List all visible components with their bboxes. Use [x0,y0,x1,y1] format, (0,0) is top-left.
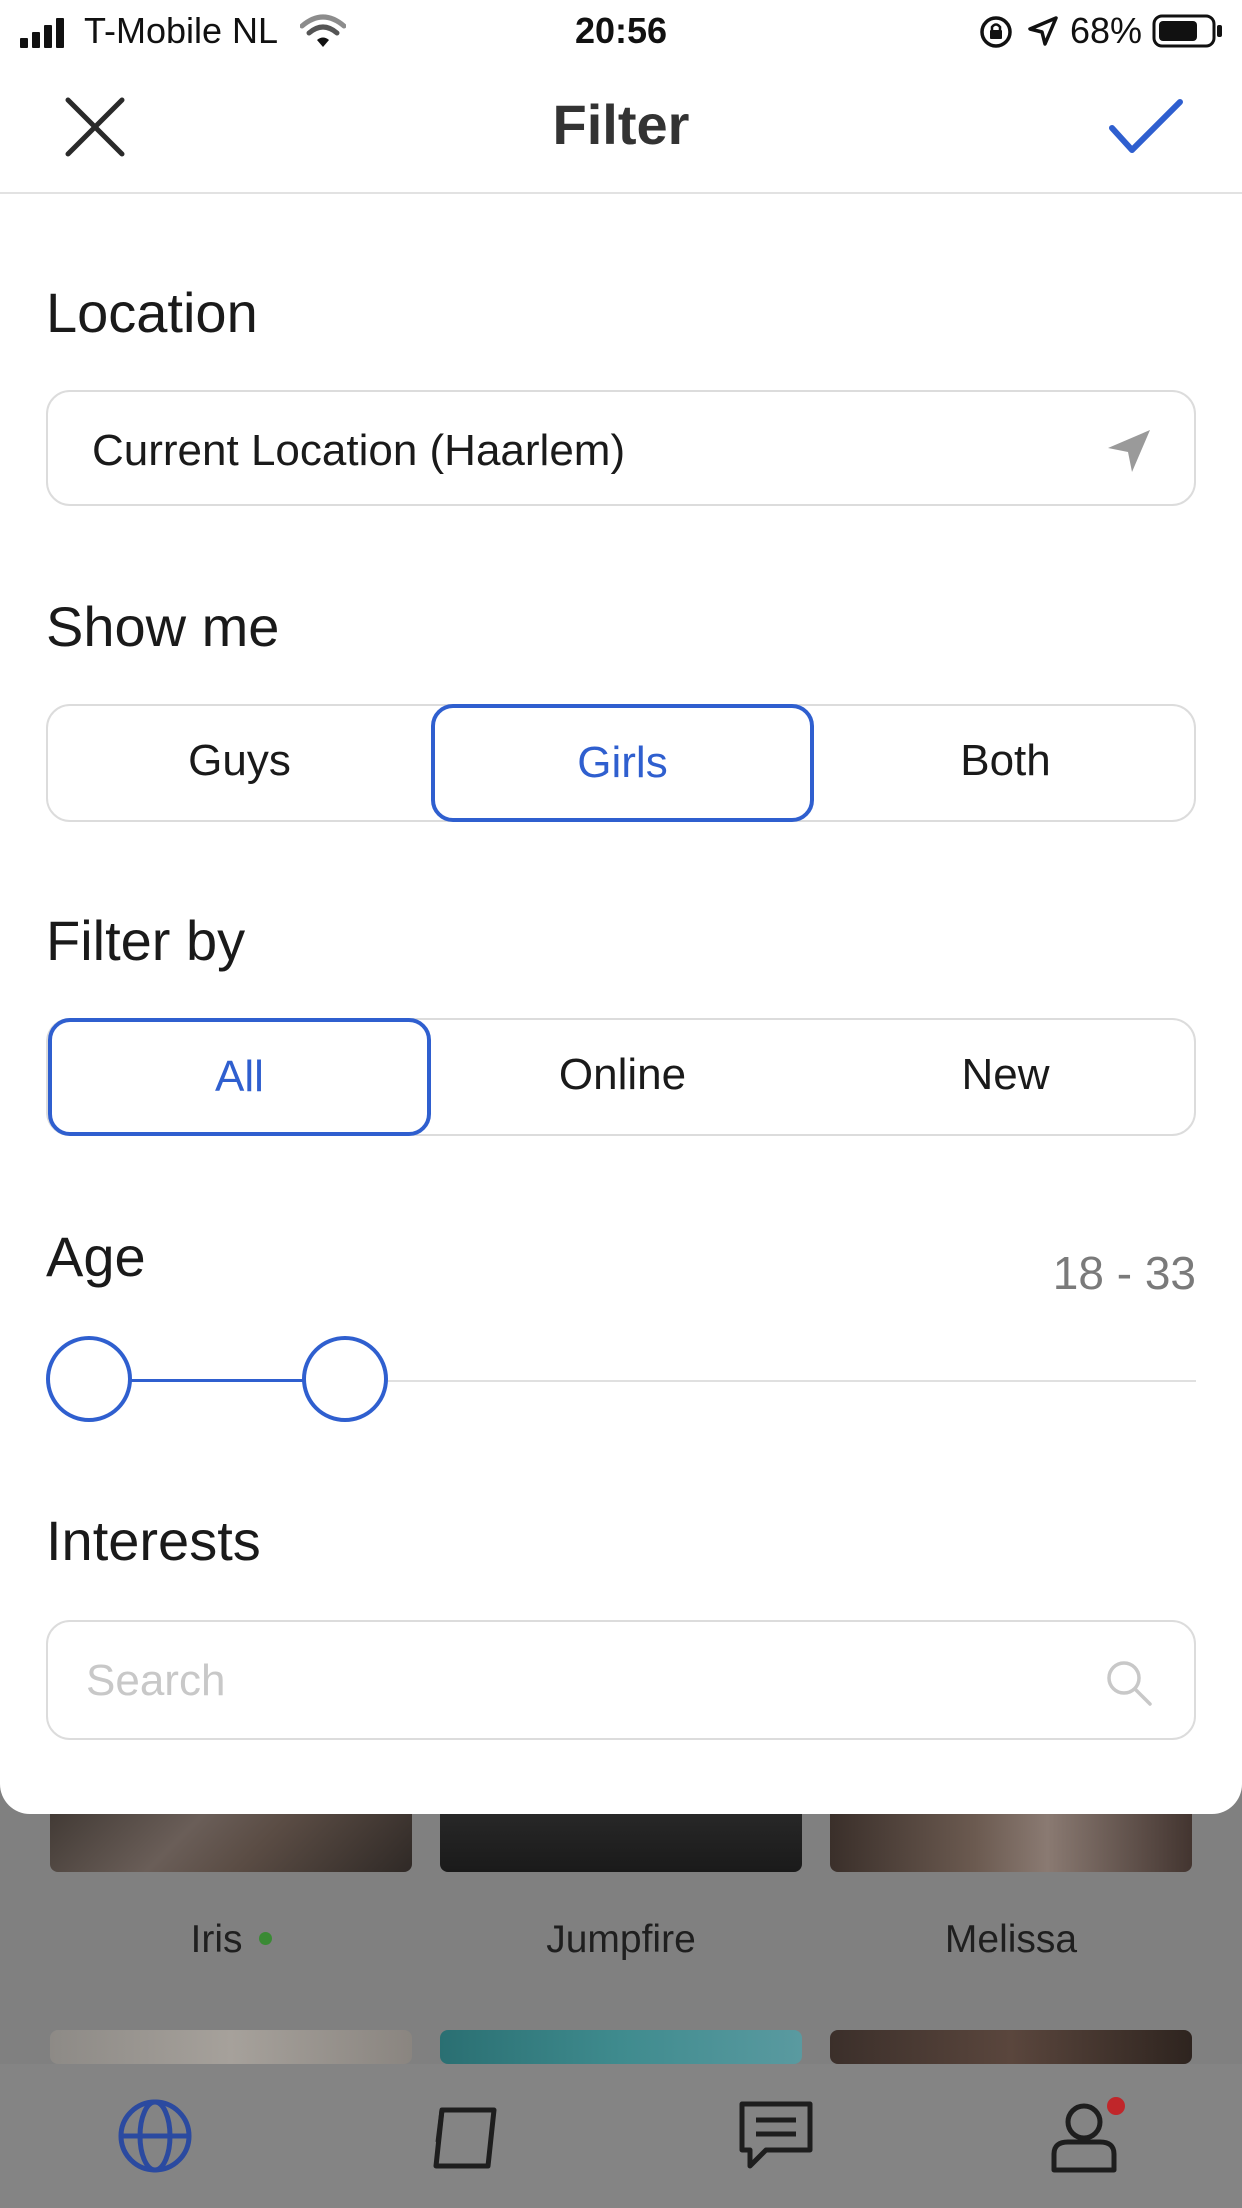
globe-icon[interactable] [115,2096,195,2176]
age-max-handle[interactable] [302,1336,388,1422]
profile-icon[interactable] [1046,2096,1126,2176]
age-min-handle[interactable] [46,1336,132,1422]
location-label: Location [46,281,258,344]
profile-photo [830,2030,1192,2064]
age-range-value: 18 - 33 [1052,1247,1196,1299]
filter-by-option-online[interactable]: Online [431,1018,814,1136]
profile-name: Iris [50,1918,412,1962]
show-me-label: Show me [46,595,280,658]
profile-photo [440,2030,802,2064]
online-indicator [258,1932,272,1946]
interests-search-input[interactable] [84,1652,1088,1710]
interests-label: Interests [46,1509,261,1572]
location-services-icon [1028,16,1058,46]
filter-by-segmented-control: All Online New [46,1018,1196,1136]
page-title: Filter [552,93,690,156]
show-me-segmented-control: Guys Girls Both [46,704,1196,822]
profile-name: Melissa [944,1918,1078,1961]
filter-sheet: Filter Location Current Location (Haarle… [0,62,1242,1814]
battery-icon [1152,14,1222,48]
rotation-lock-icon [980,16,1012,48]
cards-icon[interactable] [428,2096,508,2176]
show-me-option-girls[interactable]: Girls [431,704,814,822]
chat-icon[interactable] [736,2096,816,2176]
profile-photo [50,2030,412,2064]
profile-name: Jumpfire [546,1918,696,1961]
interests-search-field[interactable] [46,1620,1196,1740]
location-arrow-icon[interactable] [1104,426,1154,476]
location-field[interactable]: Current Location (Haarlem) [46,390,1196,506]
filter-by-label: Filter by [46,909,246,972]
show-me-option-guys[interactable]: Guys [48,704,431,822]
age-label: Age [46,1225,146,1288]
status-bar: T-Mobile NL 20:56 68% [0,0,1242,62]
location-value: Current Location (Haarlem) [92,426,626,475]
filter-by-option-all[interactable]: All [48,1018,431,1136]
search-icon [1107,1661,1152,1706]
nav-bar: Filter [0,62,1242,194]
filter-by-option-new[interactable]: New [814,1018,1197,1136]
battery-percent: 68% [1070,10,1143,51]
show-me-option-both[interactable]: Both [814,704,1197,822]
checkmark-icon[interactable] [1108,92,1184,162]
